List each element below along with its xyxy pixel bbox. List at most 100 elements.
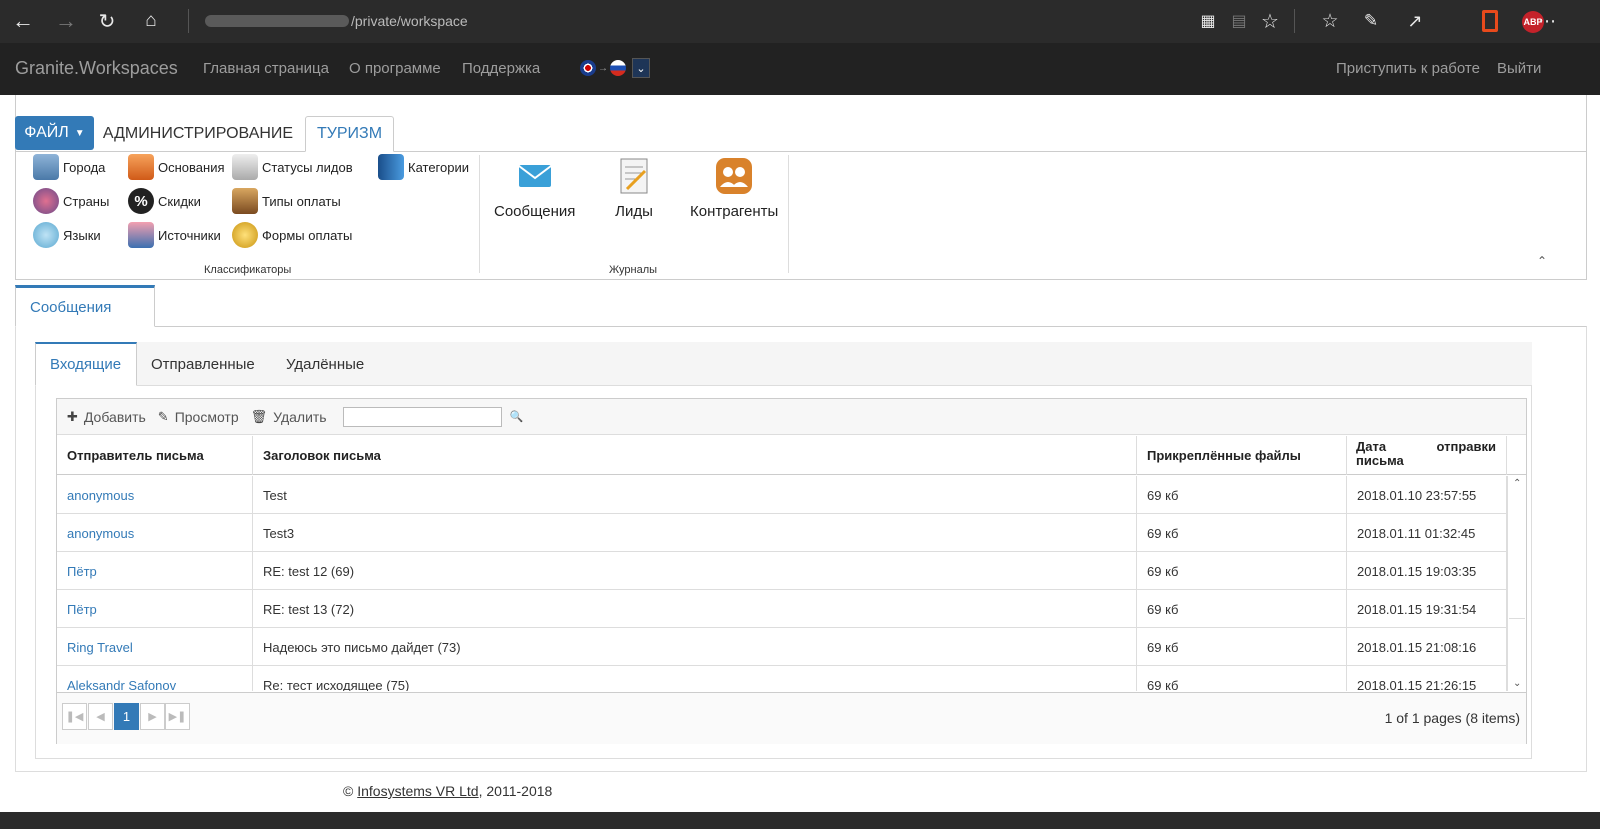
ribbon-item-leads[interactable]: Лиды — [615, 157, 653, 220]
view-button[interactable]: ✎ Просмотр — [158, 409, 239, 425]
table-row[interactable]: Пётр RE: test 13 (72) 69 кб 2018.01.15 19:3… — [57, 590, 1507, 628]
ribbon-item-payment-forms[interactable]: Формы оплаты — [232, 222, 352, 248]
cell-files: 69 кб — [1137, 628, 1347, 666]
nav-support[interactable]: Поддержка — [462, 60, 540, 77]
ribbon-item-counterparties[interactable]: Контрагенты — [690, 157, 778, 220]
column-date[interactable]: Дата отправки письма — [1347, 436, 1507, 475]
home-icon[interactable]: ⌂ — [136, 6, 166, 36]
column-sender[interactable]: Отправитель письма — [57, 436, 253, 475]
cell-subject: RE: test 12 (69) — [253, 552, 1137, 590]
table-row[interactable]: anonymous Test 69 кб 2018.01.10 23:57:55 — [57, 476, 1507, 514]
brand-logo[interactable]: Granite.Workspaces — [15, 58, 178, 79]
tab-baseline — [394, 151, 1587, 152]
column-date-word: отправки — [1436, 439, 1497, 454]
document-pencil-icon — [620, 158, 648, 194]
ribbon-item-payment-types[interactable]: Типы оплаты — [232, 188, 341, 214]
footer: © Infosystems VR Ltd, 2011-2018 — [343, 783, 552, 799]
ribbon-item-label: Лиды — [615, 203, 653, 220]
divider — [188, 9, 189, 33]
ribbon-item-reasons[interactable]: Основания — [128, 154, 225, 180]
tab-administration[interactable]: АДМИНИСТРИРОВАНИЕ — [99, 116, 297, 152]
prev-page-icon[interactable]: ◀ — [88, 703, 113, 730]
first-page-icon[interactable]: ❚◀ — [62, 703, 87, 730]
start-work-link[interactable]: Приступить к работе — [1336, 60, 1480, 77]
cell-sender[interactable]: anonymous — [57, 476, 253, 514]
ribbon-item-sources[interactable]: Источники — [128, 222, 221, 248]
last-page-icon[interactable]: ▶❚ — [165, 703, 190, 730]
tab-tourism[interactable]: ТУРИЗМ — [305, 116, 394, 152]
delete-button[interactable]: 🗑 Удалить — [251, 409, 327, 425]
cell-sender[interactable]: Пётр — [57, 552, 253, 590]
search-input[interactable] — [342, 406, 502, 427]
extensions-icon[interactable]: ▦ — [1193, 6, 1223, 36]
cell-date: 2018.01.15 21:08:16 — [1347, 628, 1507, 666]
file-label: ФАЙЛ — [24, 124, 69, 141]
chevron-down-icon[interactable]: ⌄ — [632, 58, 650, 78]
ribbon-item-languages[interactable]: Языки — [33, 222, 101, 248]
vertical-scrollbar[interactable]: ⌃ ⌄ — [1507, 476, 1526, 691]
share-icon[interactable]: ↗ — [1400, 6, 1430, 36]
add-button[interactable]: ✚ Добавить — [67, 409, 146, 425]
back-icon[interactable]: ← — [8, 6, 38, 36]
file-menu-button[interactable]: ФАЙЛ ▼ — [15, 116, 94, 150]
grid-body: anonymous Test 69 кб 2018.01.10 23:57:55 ano… — [57, 476, 1507, 691]
column-files[interactable]: Прикреплённые файлы — [1137, 436, 1347, 475]
grid-pager: ❚◀ ◀ 1 ▶ ▶❚ 1 of 1 pages (8 items) — [57, 692, 1526, 744]
table-row[interactable]: anonymous Test3 69 кб 2018.01.11 01:32:45 — [57, 514, 1507, 552]
notes-icon[interactable]: ✎ — [1356, 6, 1386, 36]
favorite-star-icon[interactable]: ☆ — [1255, 6, 1285, 36]
ribbon-item-label: Формы оплаты — [262, 227, 353, 243]
ribbon-item-categories[interactable]: Категории — [378, 154, 469, 180]
tab-deleted[interactable]: Удалённые — [272, 342, 378, 386]
scroll-up-icon[interactable]: ⌃ — [1513, 478, 1521, 489]
search-icon[interactable]: 🔍 — [510, 410, 524, 423]
ribbon-item-label: Категории — [408, 159, 469, 175]
next-page-icon[interactable]: ▶ — [140, 703, 165, 730]
page-number[interactable]: 1 — [114, 703, 139, 730]
nav-about[interactable]: О программе — [349, 60, 441, 77]
collapse-ribbon-icon[interactable]: ⌃ — [1537, 254, 1547, 268]
column-date-word: письма — [1356, 453, 1404, 468]
more-icon[interactable]: ⋯ — [1532, 6, 1562, 36]
ribbon-item-lead-statuses[interactable]: Статусы лидов — [232, 154, 353, 180]
cell-sender[interactable]: Пётр — [57, 590, 253, 628]
ribbon-item-label: Статусы лидов — [262, 159, 353, 175]
forward-icon[interactable]: → — [51, 6, 81, 36]
cell-sender[interactable]: anonymous — [57, 514, 253, 552]
ribbon-item-cities[interactable]: Города — [33, 154, 105, 180]
reading-view-icon[interactable]: ▤ — [1224, 6, 1254, 36]
language-switcher[interactable]: → ⌄ — [580, 58, 650, 78]
table-row[interactable]: Ring Travel Надеюсь это письмо дайдет (73… — [57, 628, 1507, 666]
nav-home[interactable]: Главная страница — [203, 60, 329, 77]
ribbon-item-messages[interactable]: Сообщения — [494, 157, 575, 220]
ribbon-item-label: Сообщения — [494, 203, 576, 220]
company-link[interactable]: Infosystems VR Ltd — [357, 783, 478, 799]
scroll-thumb[interactable] — [1509, 494, 1525, 619]
address-bar[interactable]: /private/workspace — [205, 10, 468, 32]
column-date-word: Дата — [1356, 439, 1387, 454]
office-icon[interactable] — [1482, 10, 1498, 32]
city-icon — [33, 154, 59, 180]
tab-messages[interactable]: Сообщения — [15, 285, 155, 327]
cell-files: 69 кб — [1137, 514, 1347, 552]
tab-inbox[interactable]: Входящие — [35, 342, 137, 386]
ribbon-item-label: Языки — [63, 227, 101, 243]
tab-sent[interactable]: Отправленные — [137, 342, 269, 386]
window-bottom-edge — [0, 812, 1600, 829]
favorites-icon[interactable]: ☆ — [1315, 6, 1345, 36]
cell-sender[interactable]: Aleksandr Safonov — [57, 666, 253, 691]
table-row[interactable]: Aleksandr Safonov Re: тест исходящее (75)… — [57, 666, 1507, 691]
scroll-down-icon[interactable]: ⌄ — [1513, 678, 1521, 689]
refresh-icon[interactable]: ↻ — [92, 6, 122, 36]
table-row[interactable]: Пётр RE: test 12 (69) 69 кб 2018.01.15 19:0… — [57, 552, 1507, 590]
logout-link[interactable]: Выйти — [1497, 60, 1541, 77]
column-subject[interactable]: Заголовок письма — [253, 436, 1137, 475]
copyright-symbol: © — [343, 783, 354, 799]
ribbon-item-countries[interactable]: Страны — [33, 188, 109, 214]
cell-date: 2018.01.15 19:03:35 — [1347, 552, 1507, 590]
group-divider — [788, 155, 789, 273]
ribbon-item-discounts[interactable]: % Скидки — [128, 188, 201, 214]
grid-toolbar: ✚ Добавить ✎ Просмотр 🗑 Удалить 🔍 — [57, 399, 1526, 435]
app-navbar: Granite.Workspaces Главная страница О пр… — [0, 43, 1600, 95]
cell-sender[interactable]: Ring Travel — [57, 628, 253, 666]
